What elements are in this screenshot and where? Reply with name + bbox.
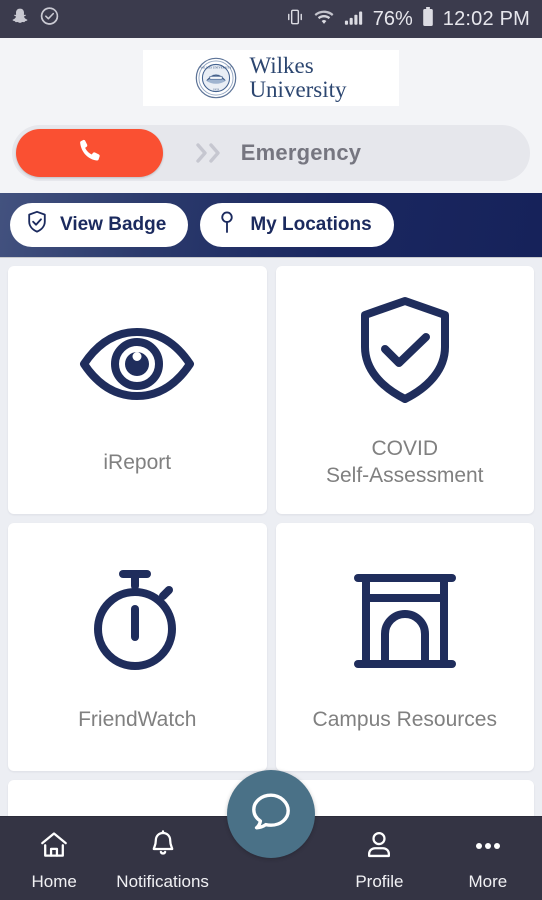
battery-icon [421, 6, 435, 33]
phone-icon [75, 136, 105, 171]
status-bar: 76% 12:02 PM [0, 0, 542, 38]
card-ireport-label: iReport [103, 450, 172, 474]
stopwatch-icon [87, 561, 187, 681]
emergency-call-knob[interactable] [16, 129, 163, 177]
person-icon [362, 829, 396, 866]
university-seal-icon: WILKES UNIVERSITY 1933 [195, 57, 237, 99]
battery-percent-label: 76% [372, 7, 413, 30]
view-badge-button[interactable]: View Badge [10, 203, 189, 247]
nav-item-notifications-label: Notifications [116, 872, 209, 891]
wifi-icon [313, 7, 335, 32]
nav-item-profile-label: Profile [355, 872, 404, 891]
nav-item-home[interactable]: Home [0, 817, 108, 892]
card-covid-label-line-2: Self-Assessment [325, 464, 484, 487]
brand-line-2: University [249, 77, 347, 102]
my-locations-button[interactable]: My Locations [200, 203, 394, 247]
card-friendwatch[interactable]: FriendWatch [8, 523, 267, 771]
my-locations-label: My Locations [250, 214, 372, 235]
snapchat-icon [10, 7, 30, 32]
card-campus-resources[interactable]: Campus Resources [275, 523, 534, 771]
vibrate-icon [285, 7, 305, 32]
status-bar-left-icons [10, 6, 60, 32]
shield-check-icon [356, 290, 454, 410]
view-badge-label: View Badge [60, 214, 167, 235]
eye-icon [78, 304, 196, 424]
brand-line-1: Wilkes [249, 52, 314, 78]
ellipsis-icon [471, 829, 505, 866]
brand-logo: WILKES UNIVERSITY 1933 Wilkes University [143, 50, 399, 106]
shield-check-icon [24, 209, 50, 241]
chat-bubble-icon [247, 788, 295, 841]
home-icon [37, 829, 71, 866]
svg-text:1933: 1933 [213, 88, 219, 92]
status-bar-right-icons: 76% 12:02 PM [285, 6, 530, 33]
emergency-slide-track[interactable]: Emergency [12, 125, 530, 181]
card-ireport[interactable]: iReport [8, 266, 267, 514]
bell-icon [146, 829, 180, 866]
chat-fab-button[interactable] [227, 770, 315, 858]
nav-item-notifications[interactable]: Notifications [108, 817, 216, 892]
card-covid-self-assessment-label: COVID Self-Assessment [316, 436, 494, 490]
clock-label: 12:02 PM [442, 7, 530, 30]
nav-item-home-label: Home [31, 872, 77, 891]
app-screen: 76% 12:02 PM WILKES UNIVERSITY 1933 Wilk… [0, 0, 542, 900]
svg-text:WILKES UNIVERSITY: WILKES UNIVERSITY [201, 66, 233, 70]
feature-card-grid: iReport COVID Self-Assessment FriendWatc… [0, 257, 542, 840]
archway-icon [352, 561, 458, 681]
card-campus-resources-label: Campus Resources [312, 707, 497, 731]
card-friendwatch-label: FriendWatch [78, 707, 197, 731]
slide-chevrons-icon [190, 140, 230, 166]
clock-check-icon [39, 6, 60, 32]
emergency-slider-area: Emergency [0, 118, 542, 193]
nav-item-more-label: More [468, 872, 508, 891]
brand-wordmark: Wilkes University [249, 52, 347, 103]
quick-action-bar: View Badge My Locations [0, 193, 542, 257]
signal-icon [343, 7, 365, 32]
nav-item-profile[interactable]: Profile [325, 817, 433, 892]
nav-item-more[interactable]: More [434, 817, 542, 892]
card-covid-self-assessment[interactable]: COVID Self-Assessment [275, 266, 534, 514]
brand-header: WILKES UNIVERSITY 1933 Wilkes University [0, 38, 542, 118]
card-covid-label-line-1: COVID [371, 437, 438, 461]
map-pin-icon [214, 209, 240, 241]
